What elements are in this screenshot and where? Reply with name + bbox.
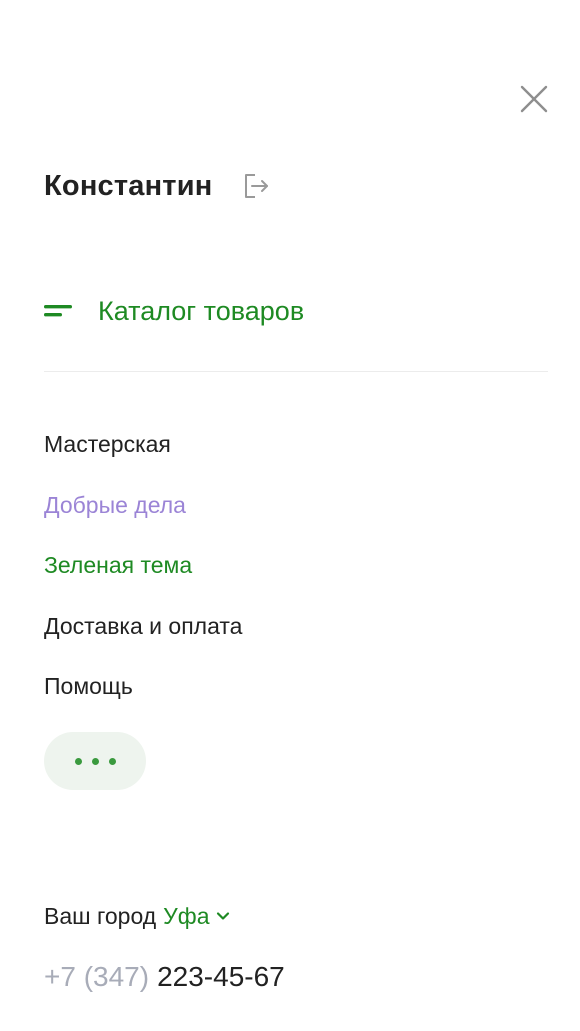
close-button[interactable] [519, 84, 549, 114]
more-dots-icon [108, 757, 116, 765]
more-dots-icon [74, 757, 82, 765]
nav-list: Мастерская Добрые дела Зеленая тема Дост… [44, 424, 242, 727]
chevron-down-icon [216, 911, 230, 921]
city-select[interactable]: Уфа [163, 903, 230, 930]
logout-icon [245, 174, 269, 198]
phone-link[interactable]: +7 (347) 223-45-67 [44, 955, 285, 999]
more-dots-icon [91, 757, 99, 765]
logout-button[interactable] [242, 171, 272, 201]
menu-lines-icon [44, 303, 74, 319]
more-button[interactable] [44, 732, 146, 790]
city-value: Уфа [163, 902, 210, 929]
divider [44, 371, 548, 372]
catalog-menu-link[interactable]: Каталог товаров [44, 290, 304, 332]
user-profile-row: Константин [44, 166, 272, 206]
nav-item-green-theme[interactable]: Зеленая тема [44, 545, 242, 585]
phone-prefix: +7 (347) [44, 961, 150, 992]
user-name: Константин [44, 169, 213, 202]
nav-item-workshop[interactable]: Мастерская [44, 424, 242, 464]
phone-number: 223-45-67 [157, 961, 285, 992]
close-icon [520, 85, 548, 113]
catalog-label: Каталог товаров [98, 295, 305, 326]
nav-item-help[interactable]: Помощь [44, 666, 242, 706]
city-selector-row: Ваш город Уфа [44, 898, 230, 934]
nav-item-delivery-payment[interactable]: Доставка и оплата [44, 606, 242, 646]
city-label: Ваш город [44, 902, 157, 929]
nav-item-good-deeds[interactable]: Добрые дела [44, 485, 242, 525]
